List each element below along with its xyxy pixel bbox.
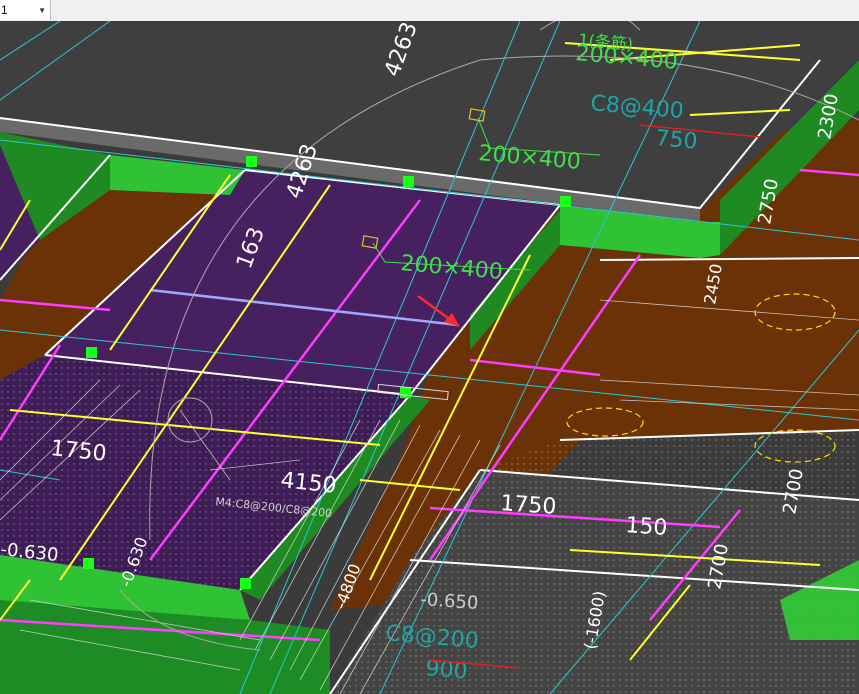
cad-drawing-canvas[interactable]: 4263 4263 163 2300 2750 2450 1750 4150 1… [0, 21, 859, 694]
chevron-down-icon[interactable]: ▼ [38, 6, 46, 15]
grip-handle[interactable] [560, 196, 571, 207]
dim-1750-right: 1750 [500, 491, 558, 520]
grip-handle[interactable] [246, 156, 257, 167]
cad-3d-viewport[interactable]: 4263 4263 163 2300 2750 2450 1750 4150 1… [0, 21, 859, 694]
beam-green-3 [700, 222, 720, 258]
grip-handle[interactable] [240, 578, 251, 589]
layer-dropdown[interactable]: 1 ▼ [0, 0, 51, 20]
grip-handle[interactable] [403, 176, 414, 187]
toolbar: 1 ▼ [0, 0, 859, 22]
elev-bottom: -0.650 [420, 589, 479, 614]
dim-150: 150 [625, 513, 669, 541]
grip-handle[interactable] [86, 347, 97, 358]
grip-handle[interactable] [83, 558, 94, 569]
grip-handle[interactable] [400, 387, 411, 398]
layer-dropdown-value: 1 [1, 3, 8, 17]
